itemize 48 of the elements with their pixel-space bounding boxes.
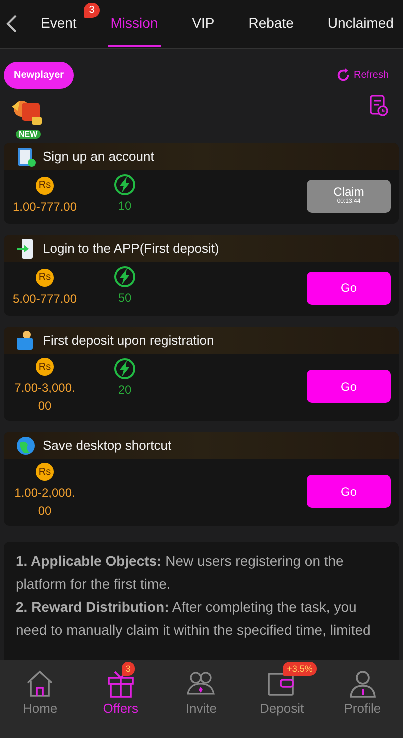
- refresh-button[interactable]: Refresh: [336, 68, 389, 83]
- points-value: 50: [118, 291, 132, 305]
- nav-badge: +3.5%: [283, 662, 317, 676]
- go-button[interactable]: Go: [307, 475, 391, 508]
- back-icon[interactable]: [6, 14, 18, 34]
- rupee-coin-icon: Rs: [36, 268, 54, 286]
- task-title: First deposit upon registration: [43, 333, 214, 348]
- person-icon: [348, 670, 378, 698]
- home-icon: [25, 670, 56, 698]
- reward-amount: 7.00-3,000.00: [14, 380, 76, 415]
- tab[interactable]: VIP: [189, 1, 218, 47]
- new-badge: NEW: [16, 130, 41, 139]
- points-value: 10: [118, 199, 132, 213]
- rule-text: 2. Reward Distribution: After completing the task, you need to manually claim it within the specified time, limited: [16, 598, 372, 640]
- clipboard-icon: [16, 146, 36, 168]
- document-clock-icon[interactable]: [369, 95, 389, 117]
- go-button[interactable]: Go: [307, 272, 391, 304]
- tab[interactable]: Unclaimed: [324, 1, 397, 47]
- nav-item[interactable]: Invite: [161, 660, 242, 726]
- nav-item[interactable]: +3.5% Deposit: [242, 660, 322, 726]
- nav-item[interactable]: Home: [0, 660, 80, 726]
- points-value: 20: [118, 383, 132, 397]
- rupee-coin-icon: Rs: [36, 176, 54, 194]
- task-title: Sign up an account: [43, 149, 154, 164]
- reward-amount: 1.00-2,000.00: [14, 485, 76, 520]
- rupee-coin-icon: Rs: [36, 358, 54, 376]
- nav-item[interactable]: Profile: [322, 660, 403, 726]
- reward-amount: 1.00-777.00: [12, 198, 78, 216]
- category-chip[interactable]: Newplayer: [4, 62, 74, 89]
- rule-text: 1. Applicable Objects: New users registering on the platform for the first time.: [16, 552, 345, 594]
- nav-item[interactable]: 3 Offers: [80, 660, 161, 726]
- go-button[interactable]: Go: [307, 370, 391, 403]
- nav-badge: 3: [122, 662, 135, 676]
- lightning-icon: [114, 174, 136, 196]
- lightning-icon: [114, 266, 136, 288]
- tab[interactable]: Mission: [108, 1, 162, 47]
- people-icon: [186, 670, 216, 698]
- phone-icon: [16, 238, 36, 260]
- lightning-icon: [114, 358, 136, 380]
- tab[interactable]: Rebate: [246, 1, 297, 47]
- globe-icon: [16, 434, 36, 456]
- refresh-icon: [336, 68, 351, 83]
- reward-amount: 5.00-777.00: [12, 290, 78, 308]
- rupee-coin-icon: Rs: [36, 463, 54, 481]
- task-title: Save desktop shortcut: [43, 438, 172, 453]
- wallet-icon: [16, 330, 36, 352]
- count-badge: 3: [84, 3, 100, 18]
- task-title: Login to the APP(First deposit): [43, 241, 220, 256]
